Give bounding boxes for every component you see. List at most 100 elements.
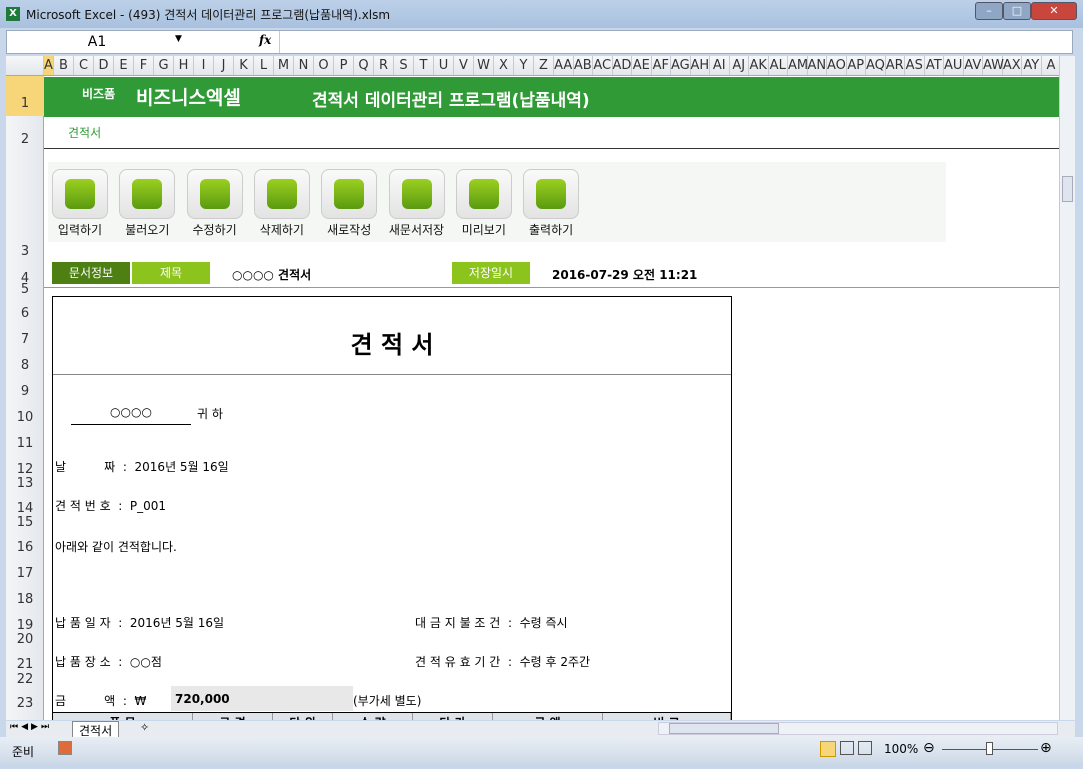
toolbar-button-save[interactable]: 새문서저장 (388, 169, 445, 238)
column-header[interactable]: AE (632, 56, 652, 75)
page-break-icon[interactable] (858, 741, 872, 755)
toolbar-button-refresh[interactable]: 수정하기 (186, 169, 243, 238)
column-header[interactable]: U (434, 56, 454, 75)
normal-view-icon[interactable] (820, 741, 836, 757)
row-header[interactable]: 19 (6, 618, 44, 633)
column-header[interactable]: X (494, 56, 514, 75)
column-header[interactable]: AW (983, 56, 1004, 75)
sheet-nav-buttons[interactable]: ⏮◀▶⏭ (10, 722, 52, 732)
column-header[interactable]: O (314, 56, 334, 75)
column-header[interactable]: B (54, 56, 74, 75)
row-header[interactable]: 5 (6, 282, 44, 297)
column-header[interactable]: T (414, 56, 434, 75)
column-header[interactable]: AL (769, 56, 788, 75)
row-header[interactable]: 20 (6, 632, 44, 647)
column-header[interactable]: AF (652, 56, 671, 75)
row-header[interactable]: 12 (6, 462, 44, 477)
select-all[interactable] (6, 56, 44, 75)
zoom-in-icon[interactable]: ⊕ (1040, 740, 1052, 756)
hscroll-thumb[interactable] (669, 723, 779, 734)
macro-record-icon[interactable] (58, 741, 72, 755)
column-header[interactable]: P (334, 56, 354, 75)
column-header[interactable]: R (374, 56, 394, 75)
column-header[interactable]: AK (749, 56, 769, 75)
column-header[interactable]: M (274, 56, 294, 75)
column-header[interactable]: AG (671, 56, 691, 75)
row-header[interactable]: 21 (6, 657, 44, 672)
chevron-down-icon[interactable]: ▼ (175, 34, 182, 44)
column-header[interactable]: W (474, 56, 494, 75)
column-header[interactable]: Q (354, 56, 374, 75)
row-header[interactable]: 1 (6, 76, 44, 116)
column-header[interactable]: AS (905, 56, 925, 75)
column-header[interactable]: E (114, 56, 134, 75)
column-header[interactable]: AX (1003, 56, 1022, 75)
row-header[interactable]: 7 (6, 332, 44, 347)
toolbar-button-trash[interactable]: 삭제하기 (253, 169, 310, 238)
row-header[interactable]: 13 (6, 476, 44, 491)
toolbar-button-monitor[interactable]: 미리보기 (455, 169, 512, 238)
toolbar-button-print[interactable]: 출력하기 (523, 169, 580, 238)
column-header[interactable]: AJ (730, 56, 749, 75)
column-header[interactable]: AT (925, 56, 944, 75)
row-header[interactable]: 16 (6, 540, 44, 555)
minimize-button[interactable]: – (975, 2, 1003, 20)
zoom-slider-thumb[interactable] (986, 742, 993, 755)
toolbar-button-new[interactable]: 새로작성 (321, 169, 378, 238)
zoom-out-icon[interactable]: ⊖ (923, 740, 935, 756)
name-box[interactable]: A1 (7, 31, 187, 53)
column-header[interactable]: V (454, 56, 474, 75)
column-header[interactable]: AH (691, 56, 710, 75)
column-header[interactable]: Z (534, 56, 554, 75)
toolbar-button-load[interactable]: 불러오기 (119, 169, 176, 238)
column-header[interactable]: J (214, 56, 234, 75)
column-header[interactable]: C (74, 56, 94, 75)
worksheet[interactable]: 비즈폼 비즈니스엑셀 견적서 데이터관리 프로그램(납품내역) 견적서 입력하기… (44, 76, 1059, 720)
column-header[interactable]: AA (554, 56, 574, 75)
column-header[interactable]: L (254, 56, 274, 75)
horizontal-scrollbar[interactable] (658, 722, 1058, 735)
page-layout-icon[interactable] (840, 741, 854, 755)
toolbar-button-pencil[interactable]: 입력하기 (52, 169, 108, 238)
row-header[interactable]: 8 (6, 358, 44, 373)
zoom-level[interactable]: 100% (884, 742, 918, 756)
column-header[interactable]: D (94, 56, 114, 75)
column-header[interactable]: K (234, 56, 254, 75)
column-header[interactable]: AV (964, 56, 983, 75)
insert-sheet-icon[interactable]: ✧ (140, 721, 149, 734)
column-header[interactable]: AO (827, 56, 847, 75)
row-header[interactable]: 10 (6, 410, 44, 425)
maximize-button[interactable]: □ (1003, 2, 1031, 20)
column-header[interactable]: N (294, 56, 314, 75)
column-header[interactable]: AY (1022, 56, 1042, 75)
column-header[interactable]: G (154, 56, 174, 75)
row-header[interactable]: 9 (6, 384, 44, 399)
column-header[interactable]: A (44, 56, 54, 75)
row-header[interactable]: 11 (6, 436, 44, 451)
column-header[interactable]: AD (613, 56, 632, 75)
column-header[interactable]: AN (808, 56, 827, 75)
fx-icon[interactable]: fx (259, 33, 271, 47)
column-header[interactable]: AI (710, 56, 730, 75)
column-header[interactable]: AB (574, 56, 593, 75)
scroll-thumb[interactable] (1062, 176, 1073, 202)
row-header[interactable]: 3 (6, 244, 44, 259)
row-header[interactable]: 17 (6, 566, 44, 581)
column-header[interactable]: AP (847, 56, 866, 75)
column-header[interactable]: H (174, 56, 194, 75)
column-header[interactable]: AQ (866, 56, 886, 75)
row-header[interactable]: 15 (6, 515, 44, 530)
row-header[interactable]: 22 (6, 672, 44, 687)
column-header[interactable]: F (134, 56, 154, 75)
formula-input[interactable] (279, 31, 1069, 53)
column-header[interactable]: AM (788, 56, 808, 75)
vertical-scrollbar[interactable] (1059, 56, 1075, 720)
column-header[interactable]: S (394, 56, 414, 75)
close-button[interactable]: ✕ (1031, 2, 1077, 20)
column-header[interactable]: Y (514, 56, 534, 75)
row-header[interactable]: 18 (6, 592, 44, 607)
row-header[interactable]: 14 (6, 501, 44, 516)
column-header[interactable]: AC (593, 56, 613, 75)
row-header[interactable]: 2 (6, 132, 44, 147)
column-header[interactable]: I (194, 56, 214, 75)
